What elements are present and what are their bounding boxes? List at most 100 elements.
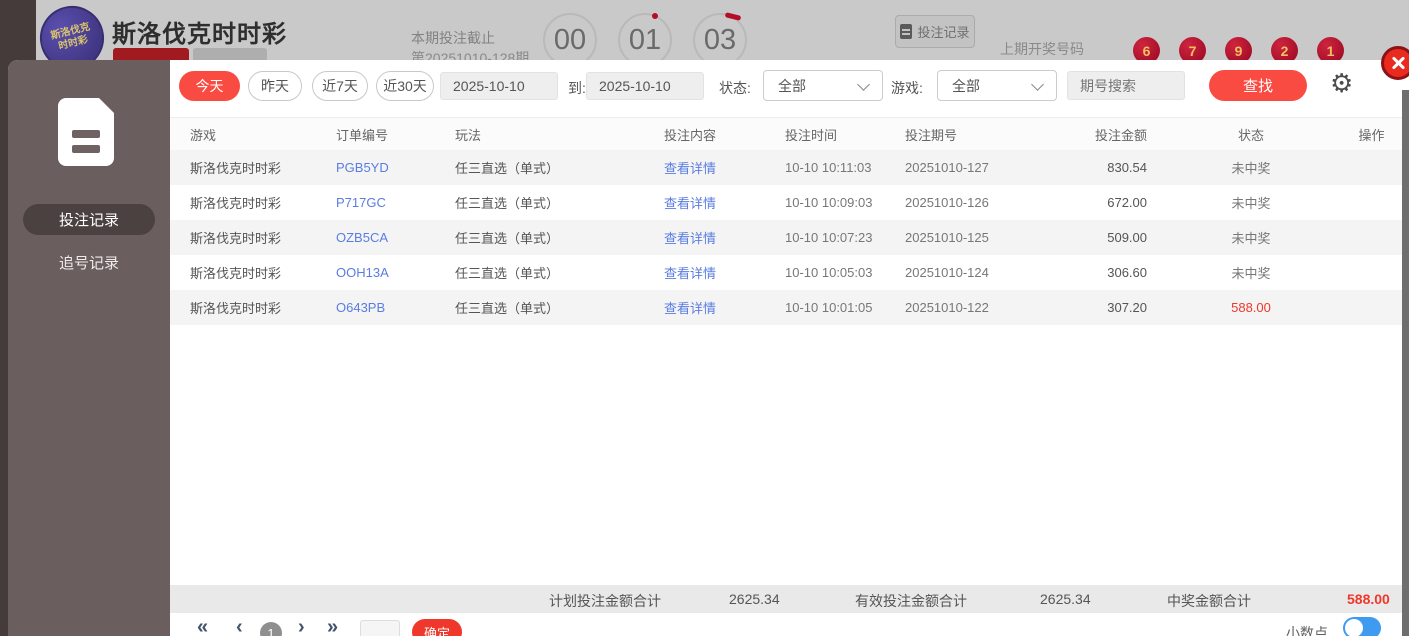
cell-game: 斯洛伐克时时彩 [190,266,282,281]
cell-bet-period: 20251010-124 [905,265,989,280]
cell-game: 斯洛伐克时时彩 [190,231,282,246]
bet-record-button-top[interactable]: 投注记录 [895,15,975,48]
table-header-cell: 投注内容 [664,127,717,143]
table-header-cell: 状态 [1237,127,1264,143]
sidebar-item-chase-records[interactable]: 追号记录 [23,247,155,278]
page-confirm-button[interactable]: 确定 [412,619,462,636]
date-from-input[interactable]: 2025-10-10 [440,72,558,100]
document-fold [98,97,115,114]
cell-play-type: 任三直选（单式） [455,266,560,281]
period-search-input[interactable] [1067,71,1185,100]
to-label: 到: [568,80,586,96]
document-line [72,130,100,138]
page-jump-input[interactable] [360,620,400,636]
order-id-link[interactable]: PGB5YD [336,160,455,175]
sidebar-item-bet-records[interactable]: 投注记录 [23,204,155,235]
filter-last30days-button[interactable]: 近30天 [376,71,434,101]
valid-total-value: 2625.34 [1040,591,1091,607]
cell-bet-period: 20251010-126 [905,195,989,210]
win-total-value: 588.00 [1347,591,1390,607]
chevron-down-icon [1031,78,1044,91]
view-detail-link[interactable]: 查看详情 [664,193,785,212]
records-document-icon [58,97,115,166]
play-mode-button-red[interactable] [113,48,189,60]
last-page-icon[interactable]: » [327,616,338,636]
filter-today-button[interactable]: 今天 [179,71,240,101]
page-title: 斯洛伐克时时彩 [112,21,287,48]
table-header-cell: 投注时间 [785,127,838,143]
order-id-link[interactable]: P717GC [336,195,455,210]
toggle-knob [1345,619,1363,636]
totals-bar: 计划投注金额合计 2625.34 有效投注金额合计 2625.34 中奖金额合计… [170,585,1402,613]
cell-status: 588.00 [1231,300,1271,315]
bet-record-button-label: 投注记录 [917,25,970,40]
modal-sidebar: 投注记录 追号记录 [8,60,170,636]
view-detail-link[interactable]: 查看详情 [664,298,785,317]
view-detail-link[interactable]: 查看详情 [664,228,785,247]
cell-bet-amount: 509.00 [1107,230,1147,245]
table-row: 斯洛伐克时时彩 PGB5YD 任三直选（单式） 查看详情 10-10 10:11:03 2… [170,150,1402,185]
close-icon[interactable] [1381,46,1409,80]
cell-bet-time: 10-10 10:05:03 [785,265,873,280]
cell-bet-amount: 672.00 [1107,195,1147,210]
countdown-circle: 03 [693,12,747,67]
table-header-row: 游戏 订单编号 玩法 投注内容 投注时间 投注期号 投注金额 状态 操作 [170,117,1402,150]
order-id-link[interactable]: O643PB [336,300,455,315]
gear-icon[interactable]: ⚙ [1330,69,1353,99]
countdown-circle: 01 [618,13,672,67]
table-header-cell: 投注期号 [905,127,958,143]
status-label: 状态: [719,80,751,96]
prev-page-icon[interactable]: ‹ [236,616,243,636]
play-mode-button-gray[interactable] [193,48,267,60]
cell-game: 斯洛伐克时时彩 [190,301,282,316]
cell-bet-amount: 307.20 [1107,300,1147,315]
filter-yesterday-button[interactable]: 昨天 [248,71,302,101]
status-select-value: 全部 [778,77,806,94]
deadline-label: 本期投注截止 [411,30,495,46]
cell-bet-time: 10-10 10:11:03 [785,160,872,175]
first-page-icon[interactable]: « [197,616,208,636]
vertical-scrollbar[interactable] [1402,90,1409,636]
decimal-toggle-label: 小数点 [1286,625,1328,636]
table-row: 斯洛伐克时时彩 O643PB 任三直选（单式） 查看详情 10-10 10:01:05 2… [170,290,1402,325]
order-id-link[interactable]: OOH13A [336,265,455,280]
table-header-cell: 订单编号 [336,127,389,143]
view-detail-link[interactable]: 查看详情 [664,158,785,177]
filter-last7days-button[interactable]: 近7天 [312,71,368,101]
cell-status: 未中奖 [1231,231,1271,246]
table-row: 斯洛伐克时时彩 OOH13A 任三直选（单式） 查看详情 10-10 10:05:03 2… [170,255,1402,290]
game-label: 游戏: [891,80,923,96]
search-button[interactable]: 查找 [1209,70,1307,101]
status-select[interactable]: 全部 [763,70,883,101]
table-header-cell: 玩法 [455,127,482,143]
last-draw-label: 上期开奖号码 [1000,41,1084,57]
decimal-toggle-switch[interactable] [1343,617,1381,636]
cell-bet-period: 20251010-125 [905,230,989,245]
cell-bet-time: 10-10 10:01:05 [785,300,873,315]
date-to-input[interactable]: 2025-10-10 [586,72,704,100]
document-icon [900,24,913,39]
next-page-icon[interactable]: › [298,616,305,636]
order-id-link[interactable]: OZB5CA [336,230,455,245]
table-header-cell: 操作 [1358,127,1385,143]
bet-records-modal: 投注记录追号记录 今天 昨天 近7天 近30天 2025-10-10 到: 2025-… [8,60,1409,636]
win-total-label: 中奖金额合计 [1167,593,1251,609]
bet-records-table: 游戏 订单编号 玩法 投注内容 投注时间 投注期号 投注金额 状态 操作 斯洛伐克时时彩 PGB5… [170,117,1402,325]
cell-play-type: 任三直选（单式） [455,161,560,176]
cell-game: 斯洛伐克时时彩 [190,196,282,211]
cell-bet-time: 10-10 10:09:03 [785,195,873,210]
table-header-cell: 游戏 [190,127,217,143]
cell-bet-amount: 830.54 [1107,160,1147,175]
table-row: 斯洛伐克时时彩 OZB5CA 任三直选（单式） 查看详情 10-10 10:07:23 2… [170,220,1402,255]
cell-bet-period: 20251010-122 [905,300,989,315]
view-detail-link[interactable]: 查看详情 [664,263,785,282]
countdown-progress-mark [724,12,742,21]
cell-play-type: 任三直选（单式） [455,196,560,211]
planned-total-label: 计划投注金额合计 [549,593,661,609]
cell-bet-period: 20251010-127 [905,160,989,175]
game-select[interactable]: 全部 [937,70,1057,101]
cell-bet-amount: 306.60 [1107,265,1147,280]
page-number-button[interactable]: 1 [260,622,282,636]
game-select-value: 全部 [952,77,980,94]
cell-play-type: 任三直选（单式） [455,231,560,246]
